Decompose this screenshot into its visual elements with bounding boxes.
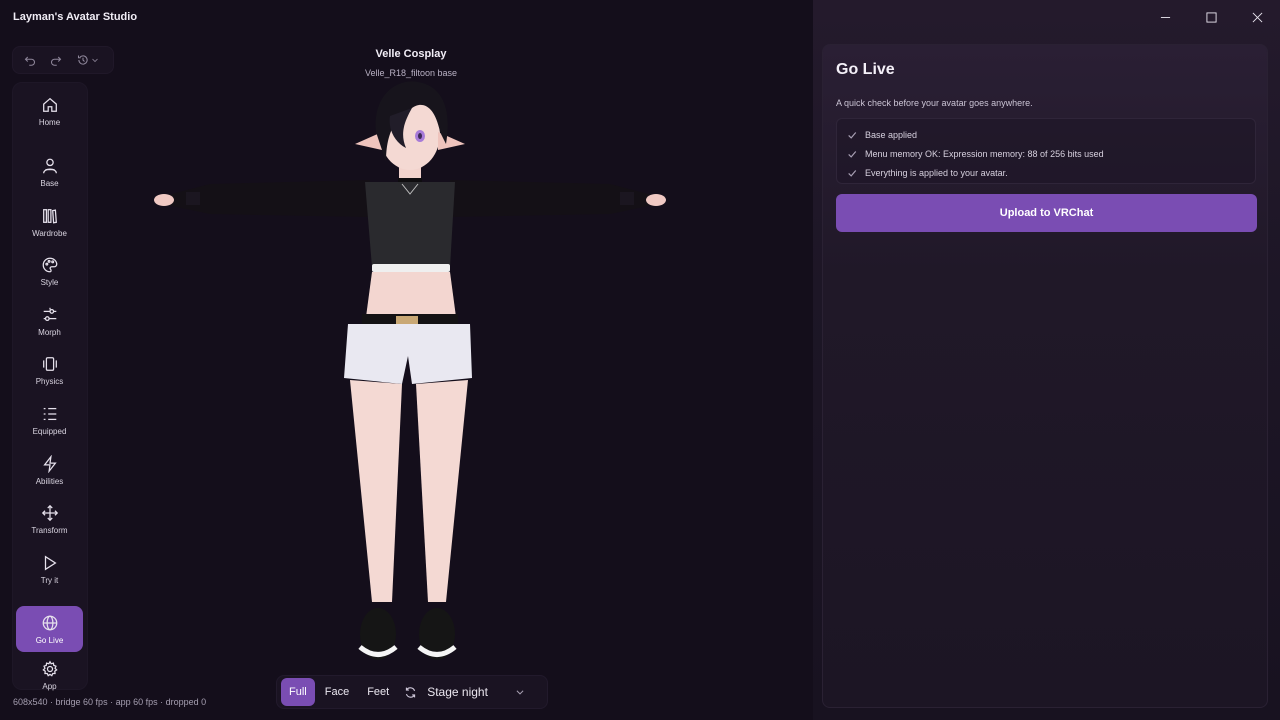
check-item: Everything is applied to your avatar. [847, 163, 1245, 182]
maximize-button[interactable] [1188, 6, 1234, 28]
minimize-button[interactable] [1142, 6, 1188, 28]
go-live-title: Go Live [836, 61, 895, 78]
globe-icon [42, 615, 57, 630]
home-icon [42, 97, 57, 112]
sidebar-item-label: Physics [35, 376, 64, 386]
lightning-icon [42, 454, 57, 473]
sidebar-item-morph[interactable]: Morph [16, 298, 83, 344]
sidebar: Home Base Wardrobe Style Morph Physics E… [12, 82, 88, 693]
avatar-shorts [344, 324, 472, 384]
chevron-down-icon [92, 58, 98, 63]
minimize-icon [1160, 16, 1170, 18]
sidebar-item-home[interactable]: Home [16, 88, 83, 134]
history-toolbar [12, 46, 114, 74]
check-icon [848, 150, 857, 158]
close-button[interactable] [1234, 6, 1280, 28]
sidebar-item-label: Style [40, 277, 59, 287]
person-icon [42, 158, 57, 173]
sidebar-item-label: Base [40, 178, 59, 188]
view-full-button[interactable]: Full [281, 678, 315, 706]
sidebar-item-label: Home [38, 117, 61, 127]
render-status: 608x540 · bridge 60 fps · app 60 fps · d… [13, 697, 207, 707]
check-icon [848, 169, 857, 177]
view-toolbar: Full Face Feet Stage night [276, 675, 548, 709]
preflight-checklist: Base applied Menu memory OK: Expression … [836, 118, 1256, 184]
sidebar-item-label[interactable]: Try it [41, 576, 58, 585]
play-icon [44, 555, 57, 570]
rotate-view-button[interactable] [399, 686, 421, 699]
sidebar-item-base[interactable]: Base [16, 149, 83, 195]
sidebar-item-go-live[interactable]: Go Live [16, 606, 83, 652]
sidebar-item-label: App [42, 681, 57, 691]
chevron-down-icon [516, 690, 524, 695]
sidebar-item-label: Wardrobe [32, 228, 67, 238]
undo-button[interactable] [19, 49, 41, 71]
sidebar-item-label: Equipped [32, 426, 67, 436]
sidebar-item-label: Morph [38, 327, 61, 337]
sidebar-item-abilities[interactable]: Abilities [16, 447, 83, 493]
wardrobe-icon [42, 208, 57, 223]
close-icon [1252, 12, 1262, 22]
move-icon [41, 504, 58, 521]
refresh-icon [405, 686, 415, 698]
redo-button[interactable] [45, 49, 67, 71]
stage-select-value: Stage night [427, 685, 488, 699]
sidebar-item-app[interactable]: App [16, 657, 83, 693]
redo-icon [51, 56, 62, 66]
sidebar-item-try-it[interactable]: Try it [16, 546, 83, 592]
sidebar-item-style[interactable]: Style [16, 248, 83, 294]
sidebar-item-transform[interactable]: Transform [16, 496, 83, 542]
check-item: Menu memory OK: Expression memory: 88 of… [847, 144, 1245, 163]
gear-icon [41, 660, 58, 677]
go-live-description: A quick check before your avatar goes an… [836, 98, 1033, 108]
avatar-name: Velle Cosplay [375, 48, 447, 60]
list-icon [43, 407, 56, 420]
sliders-icon [43, 307, 56, 321]
avatar-model[interactable] [150, 72, 670, 667]
check-icon [848, 131, 857, 139]
check-item: Base applied [847, 125, 1245, 144]
sidebar-item-label: Go Live [35, 635, 64, 645]
upload-to-vrchat-button[interactable]: Upload to VRChat [836, 194, 1257, 232]
app-title: Layman's Avatar Studio [13, 11, 138, 23]
sidebar-item-physics[interactable]: Physics [16, 347, 83, 393]
history-dropdown-button[interactable] [73, 49, 103, 71]
history-icon [77, 55, 88, 65]
sidebar-item-equipped[interactable]: Equipped [16, 397, 83, 443]
view-face-button[interactable]: Face [317, 678, 357, 706]
sidebar-item-wardrobe[interactable]: Wardrobe [16, 199, 83, 245]
sidebar-item-label: Abilities [35, 476, 64, 486]
maximize-icon [1205, 11, 1217, 23]
palette-icon [42, 257, 57, 272]
stage-select[interactable]: Stage night [427, 685, 525, 699]
undo-icon [24, 56, 35, 66]
vibrate-icon [42, 356, 57, 371]
view-feet-button[interactable]: Feet [359, 678, 397, 706]
sidebar-item-label: Transform [31, 525, 68, 535]
